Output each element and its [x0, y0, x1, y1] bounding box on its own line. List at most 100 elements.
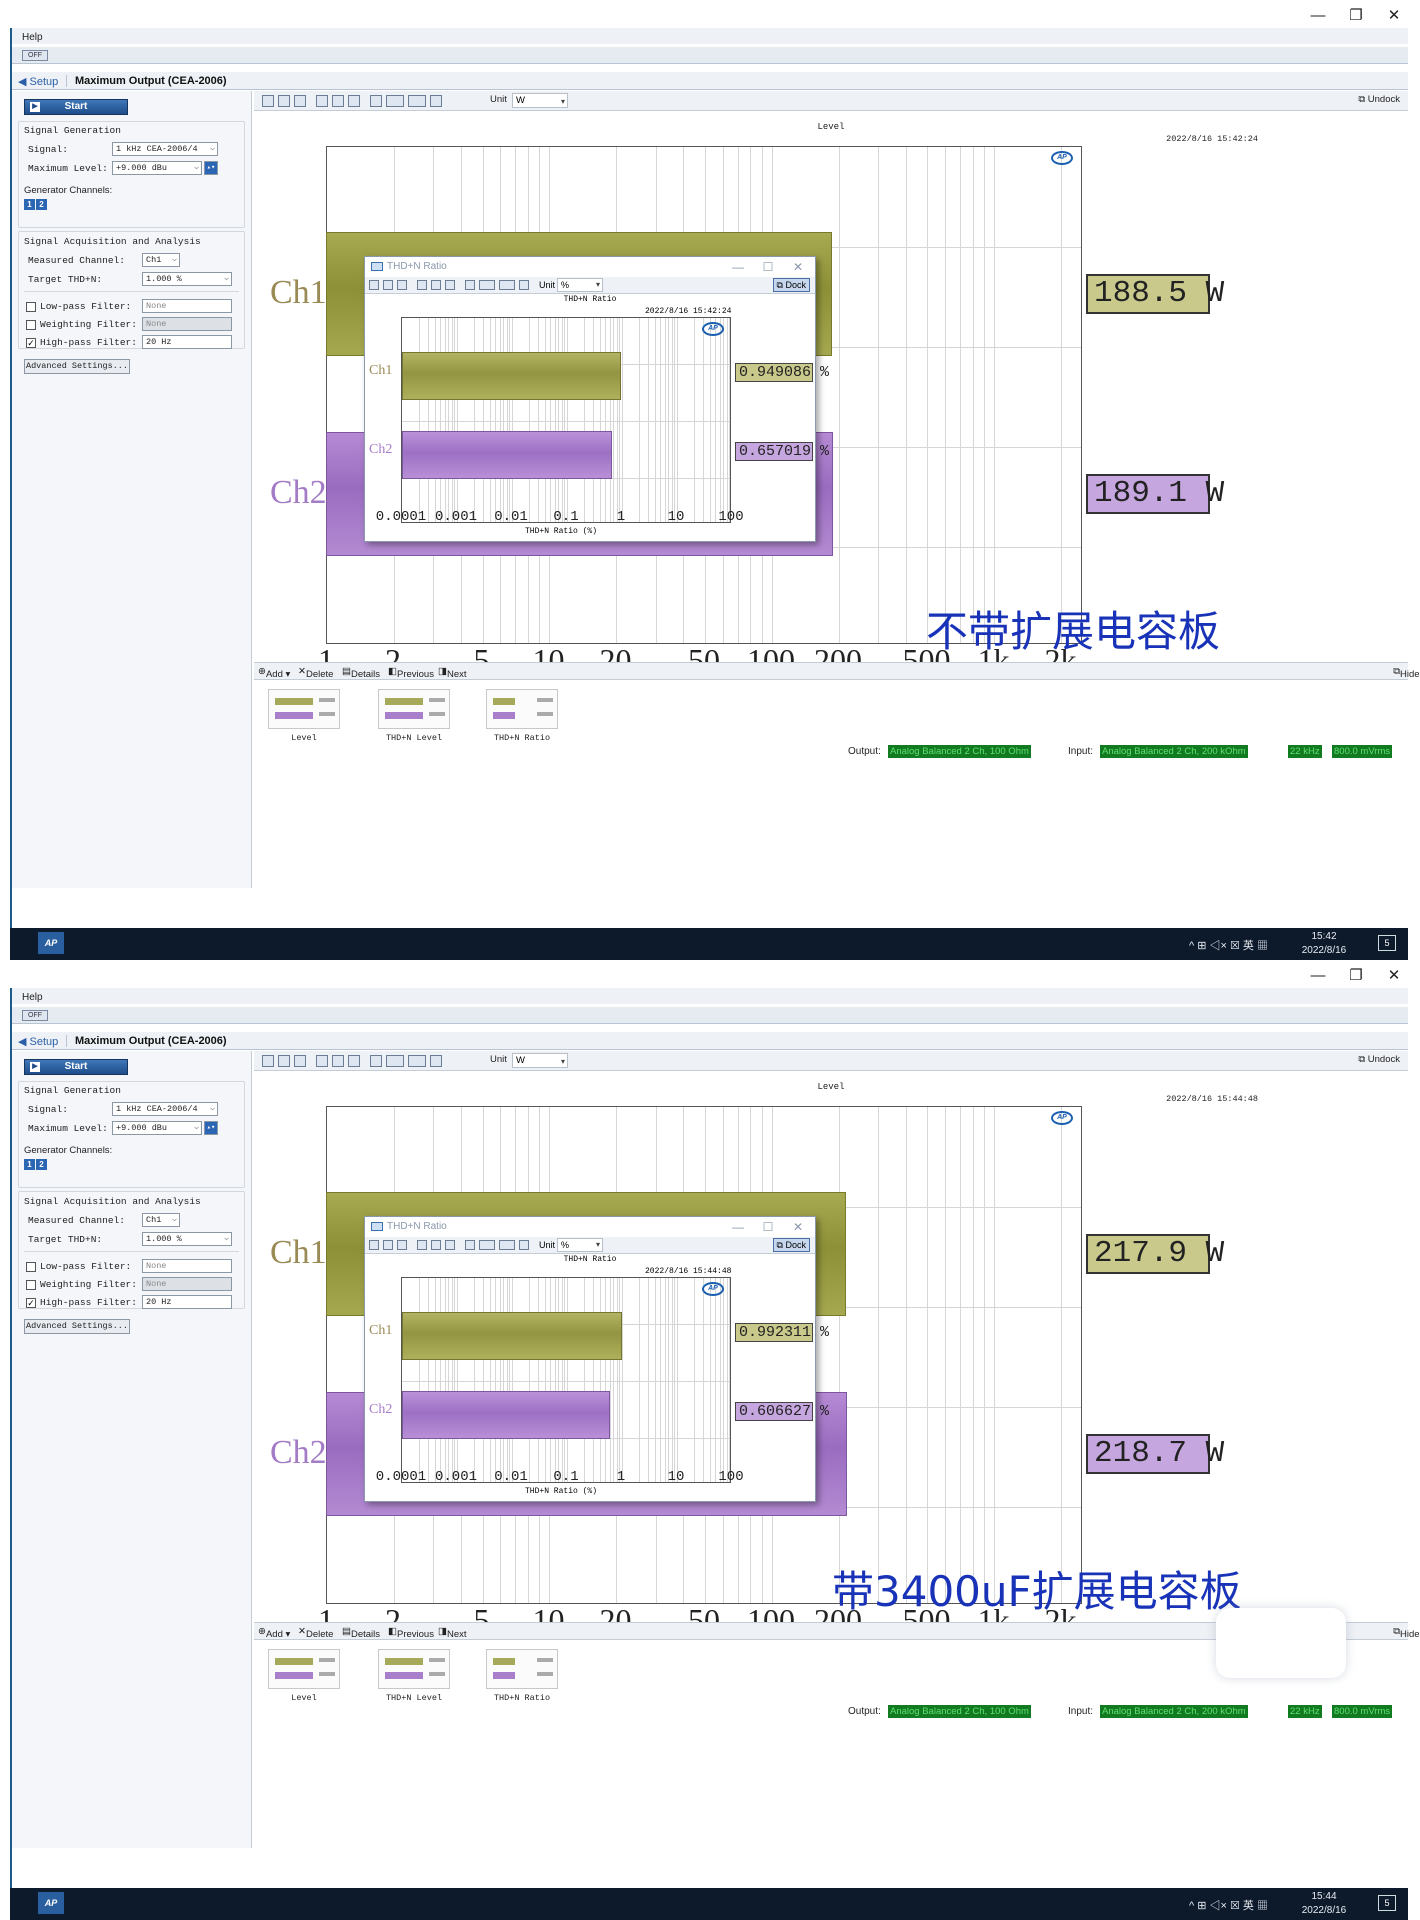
- output-config[interactable]: Analog Balanced 2 Ch, 100 Ohm: [888, 1705, 1031, 1718]
- lowpass-checkbox[interactable]: [26, 302, 36, 312]
- system-tray-icons[interactable]: ^ ⊞ ◁× ☒ 英 ▦: [1189, 1897, 1268, 1913]
- advanced-settings-button[interactable]: Advanced Settings...: [24, 359, 130, 374]
- unit-select[interactable]: W ▾: [512, 93, 568, 108]
- thd-minimize-button[interactable]: —: [723, 1217, 753, 1237]
- restore-button[interactable]: ❐: [1336, 6, 1376, 26]
- lowpass-checkbox[interactable]: [26, 1262, 36, 1272]
- lowpass-select[interactable]: None: [142, 1259, 232, 1273]
- weighting-checkbox[interactable]: [26, 320, 36, 330]
- weighting-select[interactable]: None: [142, 317, 232, 331]
- measured-channel-select[interactable]: Ch1 ⌵: [142, 1213, 180, 1227]
- signal-select[interactable]: 1 kHz CEA-2006/4 ⌵: [112, 142, 218, 156]
- print-icon[interactable]: [397, 280, 407, 290]
- ap-app-icon[interactable]: AP: [38, 1892, 64, 1914]
- minimize-button[interactable]: —: [1298, 966, 1338, 986]
- weighting-select[interactable]: None: [142, 1277, 232, 1291]
- start-button[interactable]: ▶ Start: [24, 99, 128, 115]
- fit-icon[interactable]: [445, 1240, 455, 1250]
- add-button[interactable]: ⊕ Add ▾: [258, 1626, 290, 1640]
- details-button[interactable]: ▤ Details: [342, 1626, 380, 1640]
- fit-icon[interactable]: [445, 280, 455, 290]
- start-button[interactable]: ▶ Start: [24, 1059, 128, 1075]
- gen-channel-1-toggle[interactable]: 1: [24, 1159, 35, 1170]
- hide-button[interactable]: ⧉ Hide: [1393, 1626, 1419, 1640]
- bandwidth-status[interactable]: 22 kHz: [1288, 1705, 1322, 1718]
- thumbnail-thd-ratio[interactable]: [486, 689, 558, 729]
- thumbnail-thd-level[interactable]: [378, 689, 450, 729]
- save-icon[interactable]: [262, 95, 274, 107]
- hide-button[interactable]: ⧉ Hide: [1393, 666, 1419, 680]
- trace-options-icon[interactable]: [499, 280, 515, 290]
- dock-button[interactable]: ⧉ Dock: [772, 278, 810, 292]
- restore-button[interactable]: ❐: [1336, 966, 1376, 986]
- graph-options-icon[interactable]: [479, 1240, 495, 1250]
- copy-icon[interactable]: [383, 280, 393, 290]
- measured-channel-select[interactable]: Ch1 ⌵: [142, 253, 180, 267]
- zoom-icon[interactable]: [417, 1240, 427, 1250]
- thd-unit-select[interactable]: % ▾: [557, 1238, 603, 1252]
- taskbar-clock[interactable]: 15:42 2022/8/16: [1294, 930, 1354, 958]
- thumbnail-level[interactable]: [268, 1649, 340, 1689]
- notification-icon[interactable]: 5: [1378, 935, 1396, 951]
- generator-off-button[interactable]: OFF: [22, 50, 48, 61]
- previous-button[interactable]: ◧ Previous: [388, 1626, 434, 1640]
- unit-select[interactable]: W ▾: [512, 1053, 568, 1068]
- highpass-input[interactable]: 20 Hz: [142, 1295, 232, 1309]
- gen-channel-2-toggle[interactable]: 2: [36, 1159, 47, 1170]
- menu-help[interactable]: Help: [22, 32, 43, 43]
- trace-options-icon[interactable]: [408, 95, 426, 107]
- save-icon[interactable]: [369, 1240, 379, 1250]
- taskbar-clock[interactable]: 15:44 2022/8/16: [1294, 1890, 1354, 1918]
- trace-options-icon[interactable]: [499, 1240, 515, 1250]
- advanced-settings-button[interactable]: Advanced Settings...: [24, 1319, 130, 1334]
- undock-button[interactable]: ⧉ Undock: [1358, 1054, 1400, 1065]
- input-config[interactable]: Analog Balanced 2 Ch, 200 kOhm: [1100, 745, 1248, 758]
- graph-options-icon[interactable]: [386, 95, 404, 107]
- save-icon[interactable]: [369, 280, 379, 290]
- gen-channel-1-toggle[interactable]: 1: [24, 199, 35, 210]
- zoom-icon[interactable]: [417, 280, 427, 290]
- export-icon[interactable]: [430, 1055, 442, 1067]
- copy-icon[interactable]: [278, 95, 290, 107]
- highpass-checkbox[interactable]: ✓: [26, 338, 36, 348]
- export-icon[interactable]: [430, 95, 442, 107]
- thd-unit-select[interactable]: % ▾: [557, 278, 603, 292]
- copy-icon[interactable]: [278, 1055, 290, 1067]
- details-button[interactable]: ▤ Details: [342, 666, 380, 680]
- input-config[interactable]: Analog Balanced 2 Ch, 200 kOhm: [1100, 1705, 1248, 1718]
- output-config[interactable]: Analog Balanced 2 Ch, 100 Ohm: [888, 745, 1031, 758]
- print-icon[interactable]: [294, 1055, 306, 1067]
- close-button[interactable]: ✕: [1374, 966, 1414, 986]
- minimize-button[interactable]: —: [1298, 6, 1338, 26]
- delete-button[interactable]: ✕ Delete: [298, 1626, 333, 1640]
- level-spinner[interactable]: ▴▾: [204, 161, 218, 175]
- signal-select[interactable]: 1 kHz CEA-2006/4 ⌵: [112, 1102, 218, 1116]
- delete-button[interactable]: ✕ Delete: [298, 666, 333, 680]
- thumbnail-thd-ratio[interactable]: [486, 1649, 558, 1689]
- autoscale-icon[interactable]: [332, 95, 344, 107]
- thd-close-button[interactable]: ✕: [783, 257, 813, 277]
- generator-off-button[interactable]: OFF: [22, 1010, 48, 1021]
- highpass-input[interactable]: 20 Hz: [142, 335, 232, 349]
- range-status[interactable]: 800.0 mVrms: [1332, 745, 1393, 758]
- graph-options-icon[interactable]: [386, 1055, 404, 1067]
- graph-options-icon[interactable]: [479, 280, 495, 290]
- notification-icon[interactable]: 5: [1378, 1895, 1396, 1911]
- lowpass-select[interactable]: None: [142, 299, 232, 313]
- gen-channel-2-toggle[interactable]: 2: [36, 199, 47, 210]
- layout-icon[interactable]: [465, 280, 475, 290]
- save-icon[interactable]: [262, 1055, 274, 1067]
- thumbnail-level[interactable]: [268, 689, 340, 729]
- next-button[interactable]: ◨ Next: [438, 1626, 467, 1640]
- export-icon[interactable]: [519, 1240, 529, 1250]
- max-level-input[interactable]: +9.000 dBu ⌵: [112, 1121, 202, 1135]
- previous-button[interactable]: ◧ Previous: [388, 666, 434, 680]
- autoscale-icon[interactable]: [431, 1240, 441, 1250]
- setup-link[interactable]: ◀ Setup: [18, 1035, 58, 1048]
- menu-help[interactable]: Help: [22, 992, 43, 1003]
- copy-icon[interactable]: [383, 1240, 393, 1250]
- highpass-checkbox[interactable]: ✓: [26, 1298, 36, 1308]
- autoscale-icon[interactable]: [431, 280, 441, 290]
- dock-button[interactable]: ⧉ Dock: [772, 1238, 810, 1252]
- target-thd-input[interactable]: 1.000 % ⌵: [142, 272, 232, 286]
